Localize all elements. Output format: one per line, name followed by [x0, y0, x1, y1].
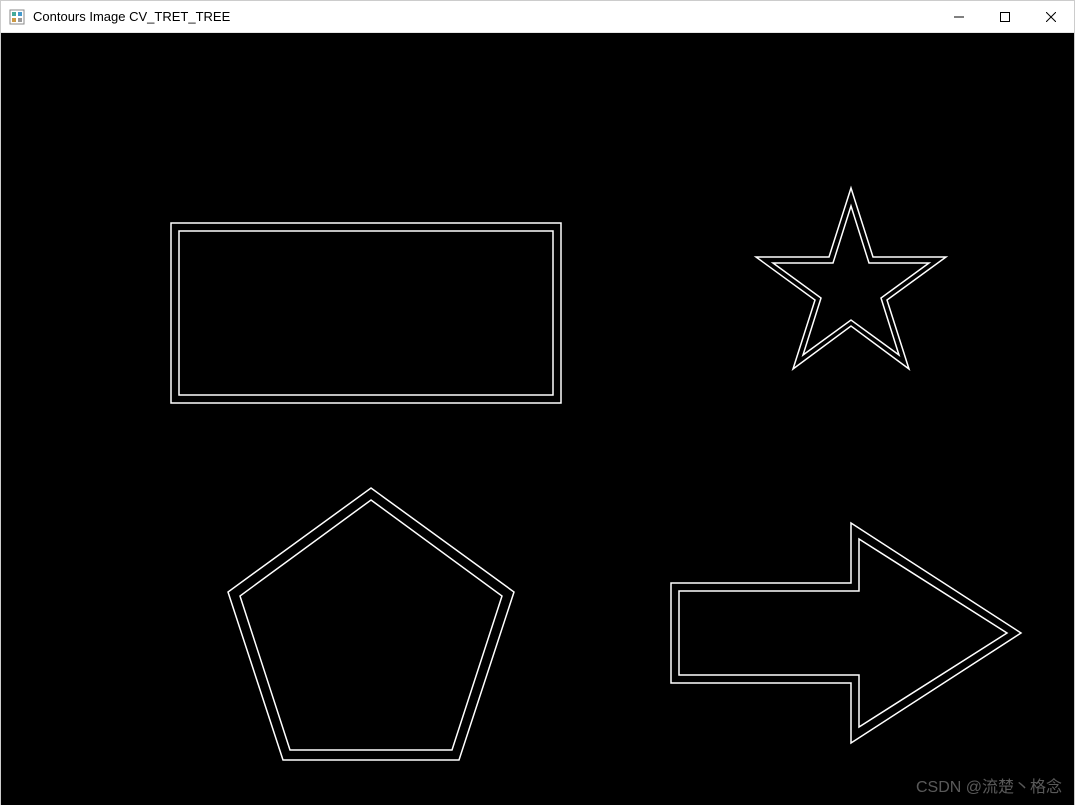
window-controls: [936, 1, 1074, 32]
title-bar[interactable]: Contours Image CV_TRET_TREE: [1, 1, 1074, 33]
maximize-button[interactable]: [982, 1, 1028, 32]
app-icon: [9, 9, 25, 25]
close-button[interactable]: [1028, 1, 1074, 32]
window-title: Contours Image CV_TRET_TREE: [33, 9, 936, 24]
image-canvas: CSDN @流楚丶格念: [1, 33, 1074, 805]
pentagon-contour: [228, 488, 514, 760]
rectangle-contour: [171, 223, 561, 403]
contours-svg: [1, 33, 1074, 805]
application-window: Contours Image CV_TRET_TREE: [0, 0, 1075, 805]
minimize-button[interactable]: [936, 1, 982, 32]
arrow-contour: [671, 523, 1021, 743]
star-contour: [756, 188, 946, 369]
